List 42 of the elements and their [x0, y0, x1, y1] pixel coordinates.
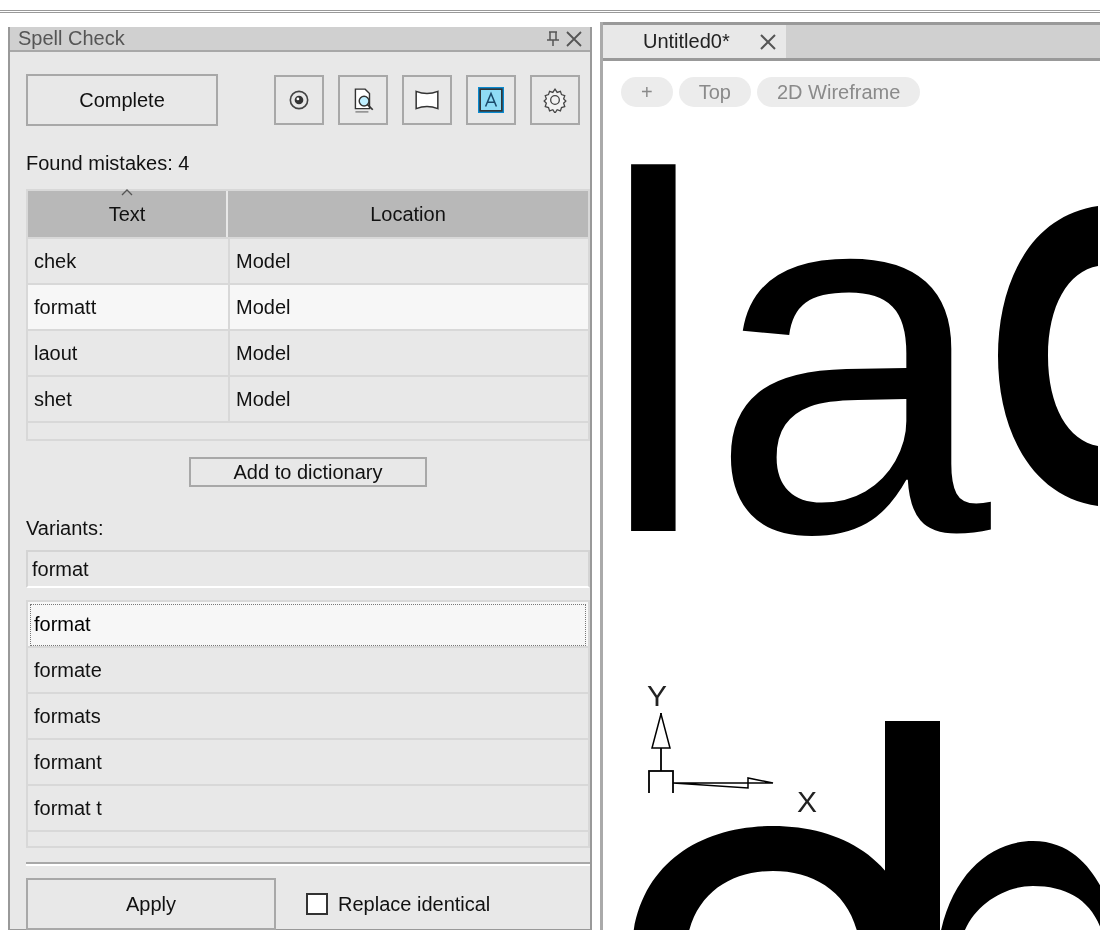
variant-item[interactable]: formant [28, 740, 588, 786]
variant-item[interactable]: formate [28, 648, 588, 694]
table-cell-text: chek [33, 248, 78, 274]
apply-button[interactable]: Apply [26, 878, 276, 930]
mistake-count-label: Found mistakes: 4 [26, 152, 191, 175]
toolbar-toggle-button[interactable] [274, 75, 324, 125]
variants-label: Variants: [26, 517, 105, 540]
column-header[interactable]: Location [228, 191, 588, 237]
axis-label: X [797, 787, 817, 817]
panel-title: Spell Check [18, 27, 126, 50]
letter-a-icon [478, 87, 504, 113]
table-row[interactable]: laout Model [28, 329, 588, 375]
variant-item[interactable]: formats [28, 694, 588, 740]
add-to-dictionary-button[interactable]: Add to dictionary [189, 457, 427, 487]
table-row[interactable]: formatt Model [28, 283, 588, 329]
table-row[interactable]: shet Model [28, 375, 588, 421]
axis-label: Y [647, 681, 667, 711]
document-tab[interactable]: Untitled0* [603, 25, 786, 58]
table-cell-text: laout [33, 340, 79, 366]
settings-icon [542, 87, 568, 113]
column-header[interactable]: Text [28, 191, 226, 237]
variant-input-field[interactable]: format [26, 550, 590, 588]
close-icon[interactable] [759, 33, 776, 50]
toolbar-toggle-button[interactable] [466, 75, 516, 125]
table-cell: Model [228, 377, 588, 421]
complete-button[interactable]: Complete [26, 74, 218, 126]
toolbar-toggle-button[interactable] [338, 75, 388, 125]
toolbar-toggle-button[interactable] [402, 75, 452, 125]
frame-icon [414, 87, 440, 113]
close-icon[interactable] [566, 30, 582, 47]
table-cell-text: formatt [33, 294, 98, 320]
checkbox[interactable] [306, 893, 328, 915]
canvas-text: la [603, 164, 991, 549]
toolbar-toggle-button[interactable] [530, 75, 580, 125]
sort-caret-icon [121, 189, 133, 196]
tab-label: Untitled0* [643, 30, 730, 53]
variant-item[interactable]: format t [28, 786, 588, 832]
pin-icon[interactable] [546, 30, 560, 47]
variant-item[interactable]: format [28, 602, 588, 648]
table-cell-text: shet [33, 386, 73, 412]
table-row[interactable]: chek Model [28, 237, 588, 283]
checkbox-label[interactable]: Replace identical [338, 892, 491, 916]
